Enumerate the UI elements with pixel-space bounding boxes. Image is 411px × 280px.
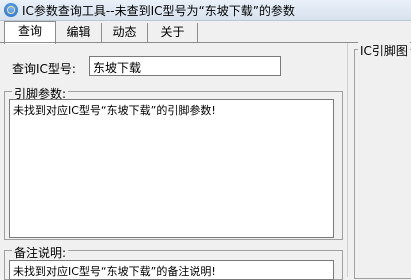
pin-diagram-label: IC引脚图 (358, 42, 410, 59)
tab-about[interactable]: 关于 (148, 23, 198, 42)
tab-bar: 查询 编辑 动态 关于 (0, 21, 411, 44)
query-ic-label: 查询IC型号: (12, 62, 76, 76)
notes-memo[interactable]: 未找到对应IC型号“东坡下载”的备注说明! (9, 260, 334, 280)
app-icon (4, 3, 18, 17)
title-bar: IC参数查询工具--未查到IC型号为“东坡下载”的参数 (0, 0, 411, 21)
window-title: IC参数查询工具--未查到IC型号为“东坡下载”的参数 (22, 4, 295, 18)
tab-query[interactable]: 查询 (4, 21, 56, 44)
notes-label: 备注说明: (12, 244, 69, 261)
tab-edit[interactable]: 编辑 (56, 23, 102, 42)
tab-dynamic[interactable]: 动态 (102, 23, 148, 42)
pin-params-memo[interactable]: 未找到对应IC型号“东坡下载”的引脚参数! (9, 99, 334, 238)
pin-diagram-box (354, 49, 411, 279)
ic-model-input[interactable]: 东坡下载 (89, 56, 281, 76)
